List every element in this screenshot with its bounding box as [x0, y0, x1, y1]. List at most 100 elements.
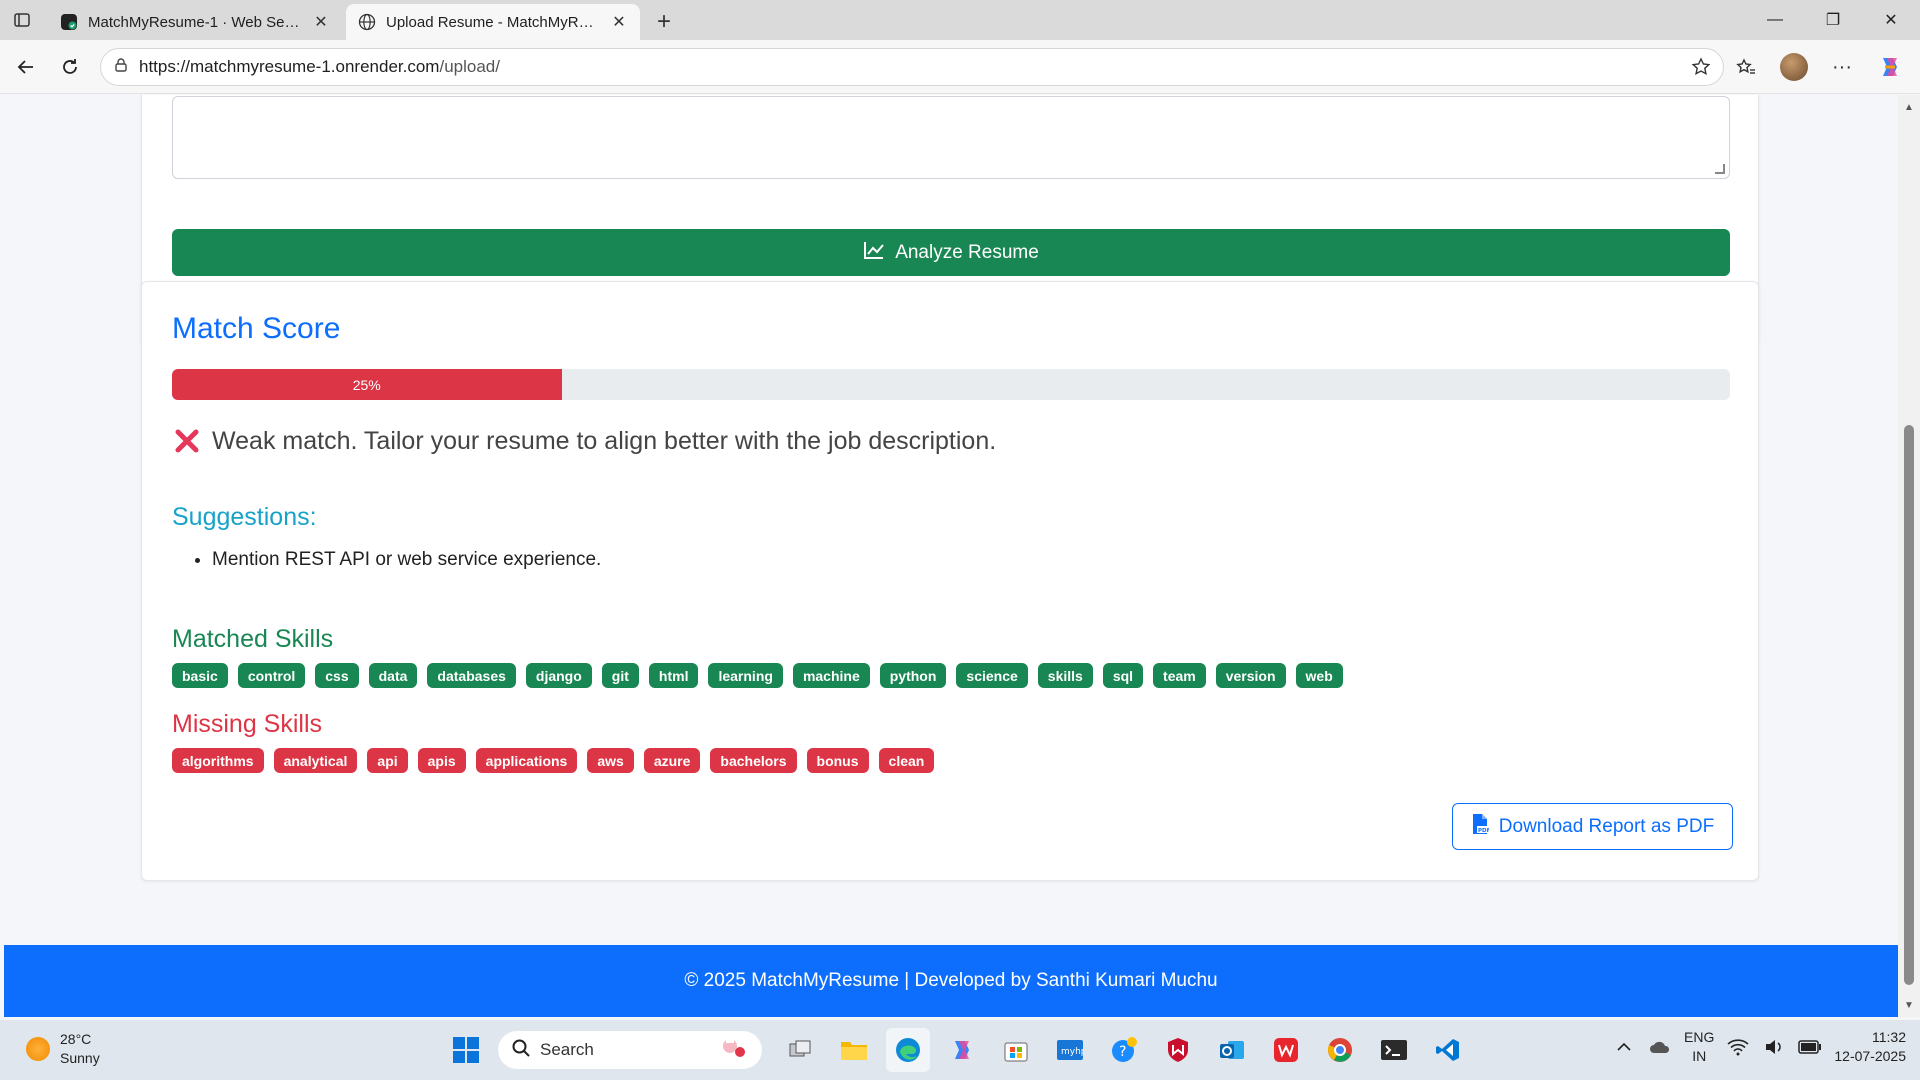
page-footer: © 2025 MatchMyResume | Developed by Sant…: [4, 945, 1898, 1017]
outlook-icon[interactable]: [1210, 1028, 1254, 1072]
wps-office-icon[interactable]: [1264, 1028, 1308, 1072]
taskbar-search-box[interactable]: Search: [498, 1031, 762, 1069]
file-explorer-icon[interactable]: [832, 1028, 876, 1072]
skill-badge: git: [601, 663, 639, 688]
match-score-progress: 25%: [172, 369, 1730, 400]
onedrive-cloud-icon[interactable]: [1648, 1035, 1672, 1059]
svg-text:PDF: PDF: [1478, 828, 1489, 834]
line-chart-icon: [863, 240, 885, 266]
skill-badge: skills: [1037, 663, 1093, 688]
show-hidden-icons-chevron-icon[interactable]: [1612, 1035, 1636, 1059]
back-arrow-icon[interactable]: [4, 45, 48, 89]
get-help-icon[interactable]: ?: [1102, 1028, 1146, 1072]
weather-condition: Sunny: [60, 1050, 100, 1066]
skill-badge: css: [315, 663, 359, 688]
profile-avatar[interactable]: [1772, 45, 1816, 89]
download-pdf-button[interactable]: PDF Download Report as PDF: [1452, 803, 1733, 850]
myhp-icon[interactable]: myhp: [1048, 1028, 1092, 1072]
skill-badge: science: [956, 663, 1028, 688]
restore-icon[interactable]: ❐: [1804, 0, 1862, 40]
footer-text: © 2025 MatchMyResume | Developed by Sant…: [684, 970, 1218, 991]
skill-badge: team: [1153, 663, 1206, 688]
skill-badge: basic: [172, 663, 228, 688]
browser-tab-bar: MatchMyResume-1 · Web Service ✕ Upload R…: [0, 0, 1920, 40]
close-icon[interactable]: ✕: [610, 13, 628, 31]
wifi-icon[interactable]: [1726, 1035, 1750, 1059]
system-tray: ENG IN 11:32 12-07-2025: [1612, 1028, 1906, 1066]
skill-badge: analytical: [273, 748, 358, 773]
vscode-icon[interactable]: [1426, 1028, 1470, 1072]
page-scrollbar[interactable]: ▲ ▼: [1898, 95, 1920, 1017]
skill-badge: api: [367, 748, 408, 773]
close-icon[interactable]: ✕: [312, 13, 330, 31]
scroll-down-arrow-icon[interactable]: ▼: [1903, 999, 1915, 1011]
mcafee-icon[interactable]: [1156, 1028, 1200, 1072]
scrollbar-thumb[interactable]: [1904, 425, 1914, 985]
verdict-message: Weak match. Tailor your resume to align …: [172, 426, 996, 456]
battery-icon[interactable]: [1798, 1035, 1822, 1059]
tab-actions-icon[interactable]: [0, 0, 44, 40]
url-text: https://matchmyresume-1.onrender.com/upl…: [139, 57, 500, 76]
more-options-icon[interactable]: ···: [1820, 45, 1864, 89]
microsoft-store-icon[interactable]: [994, 1028, 1038, 1072]
missing-skills-badges: algorithms analytical api apis applications a…: [172, 748, 935, 773]
favorites-icon[interactable]: [1724, 45, 1768, 89]
copilot-app-icon[interactable]: [940, 1028, 984, 1072]
copilot-icon[interactable]: [1868, 45, 1912, 89]
skill-badge: databases: [427, 663, 516, 688]
weather-widget[interactable]: 28°C Sunny: [26, 1030, 100, 1068]
new-tab-plus-icon[interactable]: +: [646, 4, 682, 40]
refresh-icon[interactable]: [48, 45, 92, 89]
clock[interactable]: 11:32 12-07-2025: [1834, 1028, 1906, 1066]
resize-grip-icon[interactable]: [1715, 164, 1725, 174]
language-indicator[interactable]: ENG IN: [1684, 1028, 1714, 1066]
address-bar[interactable]: https://matchmyresume-1.onrender.com/upl…: [100, 48, 1724, 86]
svg-text:myhp: myhp: [1061, 1047, 1084, 1057]
favorite-star-icon[interactable]: [1691, 57, 1711, 82]
browser-toolbar: https://matchmyresume-1.onrender.com/upl…: [0, 40, 1920, 94]
match-score-title: Match Score: [172, 312, 341, 345]
terminal-icon[interactable]: [1372, 1028, 1416, 1072]
pdf-file-icon: PDF: [1471, 813, 1490, 841]
svg-text:?: ?: [1119, 1044, 1126, 1060]
progress-label: 25%: [352, 376, 381, 393]
clock-time: 11:32: [1872, 1029, 1906, 1045]
skill-badge: aws: [587, 748, 634, 773]
skill-badge: django: [525, 663, 592, 688]
analyze-button-label: Analyze Resume: [895, 241, 1039, 263]
analyze-resume-button[interactable]: Analyze Resume: [172, 229, 1730, 276]
skill-badge: applications: [475, 748, 578, 773]
taskbar-apps: Search myhp ?: [444, 1028, 1470, 1072]
close-window-icon[interactable]: ✕: [1862, 0, 1920, 40]
skill-badge: learning: [708, 663, 783, 688]
scroll-up-arrow-icon[interactable]: ▲: [1903, 101, 1915, 113]
skill-badge: python: [879, 663, 947, 688]
download-pdf-label: Download Report as PDF: [1498, 815, 1715, 837]
cross-mark-icon: [172, 426, 202, 456]
browser-tab-web-service[interactable]: MatchMyResume-1 · Web Service ✕: [48, 4, 342, 40]
globe-icon: [358, 13, 376, 31]
skill-badge: clean: [878, 748, 935, 773]
skill-badge: sql: [1102, 663, 1144, 688]
browser-right-tools: ···: [1724, 40, 1920, 94]
task-view-icon[interactable]: [778, 1028, 822, 1072]
match-result-card: Match Score 25% Weak match. Tailor your …: [141, 281, 1759, 881]
skill-badge: control: [237, 663, 306, 688]
render-favicon-icon: [60, 13, 78, 31]
suggestion-item: Mention REST API or web service experien…: [212, 549, 601, 571]
volume-icon[interactable]: [1762, 1035, 1786, 1059]
start-windows-icon[interactable]: [444, 1028, 488, 1072]
skill-badge: data: [368, 663, 418, 688]
edge-browser-icon[interactable]: [886, 1028, 930, 1072]
site-info-icon[interactable]: [113, 57, 129, 78]
skill-badge: web: [1295, 663, 1343, 688]
browser-tab-upload-resume[interactable]: Upload Resume - MatchMyResume ✕: [346, 4, 640, 40]
skill-badge: version: [1215, 663, 1286, 688]
job-description-textarea[interactable]: [172, 96, 1730, 179]
language-region: IN: [1692, 1048, 1707, 1064]
tab-title: MatchMyResume-1 · Web Service: [88, 13, 302, 31]
minimize-icon[interactable]: —: [1746, 0, 1804, 40]
chrome-icon[interactable]: [1318, 1028, 1362, 1072]
missing-skills-title: Missing Skills: [172, 710, 323, 738]
search-icon: [512, 1039, 530, 1062]
